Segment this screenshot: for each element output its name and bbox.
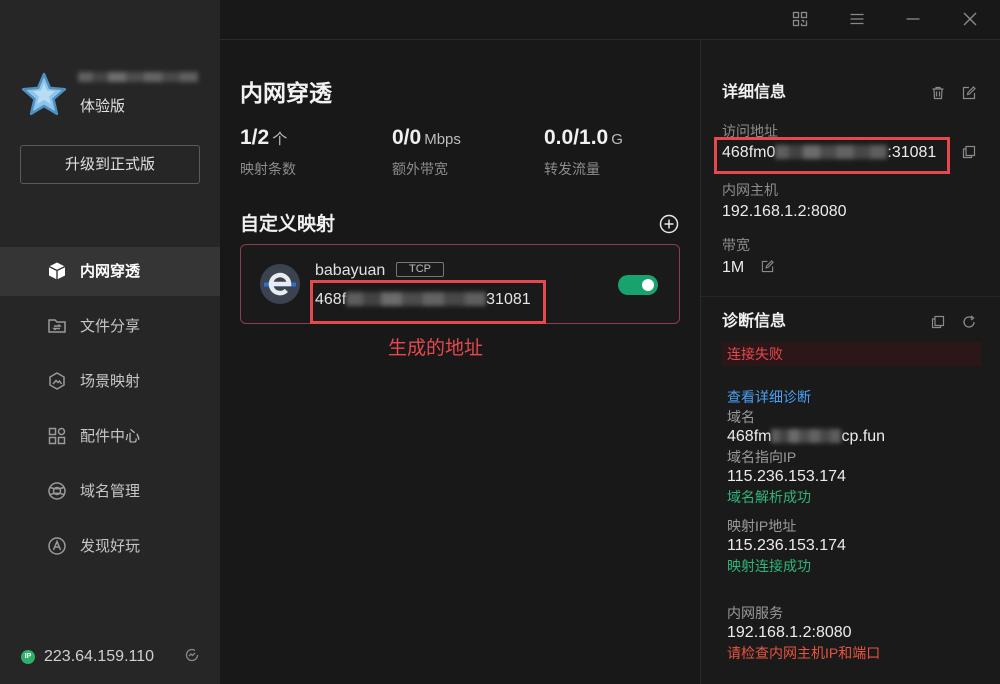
mapping-connect-result: 映射连接成功 xyxy=(727,558,811,574)
sidebar-item-label: 文件分享 xyxy=(80,318,141,335)
sidebar-item-label: 域名管理 xyxy=(80,483,141,500)
ip-badge: IP xyxy=(21,650,35,664)
domain-resolve-result: 域名解析成功 xyxy=(727,489,811,505)
stat-value: 0/0 Mbps xyxy=(392,126,461,152)
stat-label: 额外带宽 xyxy=(392,161,448,177)
section-divider xyxy=(701,296,1000,297)
view-diagnosis-link[interactable]: 查看详细诊断 xyxy=(727,387,811,407)
annotation-label: 生成的地址 xyxy=(388,338,484,359)
upgrade-button[interactable]: 升级到正式版 xyxy=(20,145,200,184)
stat-unit: 个 xyxy=(272,131,288,148)
mapping-ip-label: 映射IP地址 xyxy=(727,518,797,534)
edit-icon[interactable] xyxy=(962,86,976,100)
domain-value: 468fm cp.fun xyxy=(727,427,885,447)
accessory-grid-icon xyxy=(48,427,66,445)
bandwidth-value: 1M xyxy=(722,259,745,276)
sidebar-item-accessory[interactable]: 配件中心 xyxy=(0,412,220,461)
detail-panel: 详细信息 访问地址 468fm0:31081 内网主机 192.168.1.2:… xyxy=(700,40,1000,684)
local-service-value: 192.168.1.2:8080 xyxy=(727,624,852,641)
stat-label: 映射条数 xyxy=(240,161,296,177)
domain-ip-label: 域名指向IP xyxy=(727,449,797,465)
qrcode-icon[interactable] xyxy=(792,11,808,27)
toggle-knob xyxy=(642,279,654,291)
stat-value: 1/2 个 xyxy=(240,126,296,152)
sidebar-item-discover[interactable]: 发现好玩 xyxy=(0,522,220,571)
title-bar xyxy=(220,0,1000,40)
sidebar-item-label: 发现好玩 xyxy=(80,538,141,555)
local-host-value: 192.168.1.2:8080 xyxy=(722,203,847,220)
public-ip: 223.64.159.110 xyxy=(44,648,155,665)
sidebar-item-label: 配件中心 xyxy=(80,428,141,445)
details-title: 详细信息 xyxy=(722,84,787,101)
trash-icon[interactable] xyxy=(931,86,945,100)
sidebar-item-intranet[interactable]: 内网穿透 xyxy=(0,247,220,296)
folder-share-icon xyxy=(48,319,66,333)
local-service-label: 内网服务 xyxy=(727,605,783,621)
ip-badge-label: IP xyxy=(24,653,32,660)
annotation-box-card-address xyxy=(310,280,546,324)
domain-redacted xyxy=(771,429,842,443)
local-service-result: 请检查内网主机IP和端口 xyxy=(727,645,881,661)
network-check-icon[interactable] xyxy=(184,647,200,663)
domain-suffix: cp.fun xyxy=(841,428,886,445)
diagnosis-title: 诊断信息 xyxy=(722,313,787,330)
copy-icon[interactable] xyxy=(931,315,945,329)
mapping-enable-toggle[interactable] xyxy=(618,275,658,295)
refresh-icon[interactable] xyxy=(962,315,976,329)
protocol-badge: TCP xyxy=(396,262,444,277)
edit-bandwidth-icon[interactable] xyxy=(761,260,774,273)
sidebar-item-file-share[interactable]: 文件分享 xyxy=(0,302,220,351)
annotation-box-access-address xyxy=(714,137,950,174)
stat-label: 转发流量 xyxy=(544,161,600,177)
sidebar-item-domain[interactable]: 域名管理 xyxy=(0,467,220,516)
domain-prefix: 468fm xyxy=(727,428,772,445)
stat-number: 0.0/1.0 xyxy=(544,126,609,149)
domain-ip-value: 115.236.153.174 xyxy=(727,468,846,485)
bandwidth-label: 带宽 xyxy=(722,237,750,253)
section-title: 自定义映射 xyxy=(240,214,336,235)
copy-icon[interactable] xyxy=(962,145,976,159)
mapping-name: babayuan xyxy=(315,262,386,279)
stat-unit: Mbps xyxy=(424,131,461,148)
local-host-label: 内网主机 xyxy=(722,182,778,198)
connection-status: 连接失败 xyxy=(727,346,783,362)
scene-map-icon xyxy=(49,372,65,390)
minimize-icon[interactable] xyxy=(905,11,921,27)
stat-mappings: 1/2 个 映射条数 xyxy=(240,126,296,179)
stat-unit: G xyxy=(611,131,623,148)
edition-label: 体验版 xyxy=(80,98,126,115)
stat-number: 0/0 xyxy=(392,126,422,149)
mapping-ip-value: 115.236.153.174 xyxy=(727,537,846,554)
sidebar: 体验版 升级到正式版 内网穿透 文件分享 场景映射 配件中心 域名管理 发现好玩… xyxy=(0,0,220,684)
discover-icon xyxy=(48,537,66,555)
sidebar-item-label: 内网穿透 xyxy=(80,263,141,280)
close-icon[interactable] xyxy=(962,11,978,27)
stat-bandwidth: 0/0 Mbps 额外带宽 xyxy=(392,126,461,179)
sidebar-item-label: 场景映射 xyxy=(80,373,141,390)
sidebar-item-scene-map[interactable]: 场景映射 xyxy=(0,357,220,406)
star-avatar-icon[interactable] xyxy=(20,71,68,119)
username-redacted xyxy=(78,72,198,82)
stat-number: 1/2 xyxy=(240,126,270,149)
stat-traffic: 0.0/1.0 G 转发流量 xyxy=(544,126,623,179)
domain-label: 域名 xyxy=(727,409,755,425)
plus-circle-icon[interactable] xyxy=(659,214,679,234)
connection-error-banner: 连接失败 xyxy=(722,342,981,366)
stat-value: 0.0/1.0 G xyxy=(544,126,623,152)
domain-globe-icon xyxy=(48,482,66,500)
cube-icon xyxy=(48,262,66,280)
browser-e-icon xyxy=(260,264,300,304)
menu-icon[interactable] xyxy=(849,11,865,27)
page-title: 内网穿透 xyxy=(240,80,332,106)
